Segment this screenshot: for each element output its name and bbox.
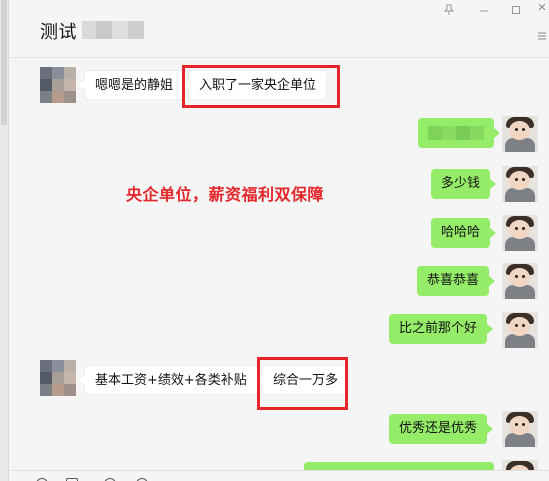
contact-avatar[interactable] <box>40 360 76 396</box>
message-nickname-bubble: 嗯嗯是的静姐 <box>78 70 185 100</box>
maximize-icon[interactable] <box>509 4 523 18</box>
message-bubble[interactable]: 哈哈哈 <box>431 218 497 248</box>
left-scroll-thumb[interactable] <box>1 0 7 125</box>
highlight-box <box>257 357 348 410</box>
my-avatar[interactable] <box>502 166 538 202</box>
my-avatar[interactable] <box>502 215 538 251</box>
message-bubble[interactable]: 多少钱 <box>431 169 497 199</box>
minimize-icon[interactable] <box>477 4 491 18</box>
contact-avatar[interactable] <box>40 67 76 103</box>
side-close-icon[interactable] <box>537 2 547 14</box>
input-toolbar <box>10 470 549 481</box>
side-expand-icon[interactable] <box>537 31 547 43</box>
message-bubble[interactable]: 比之前那个好 <box>389 314 494 344</box>
message-bubble[interactable]: 恭喜恭喜 <box>417 266 496 296</box>
my-avatar[interactable] <box>502 312 538 348</box>
blurred-message-bubble[interactable] <box>418 118 500 148</box>
my-avatar[interactable] <box>502 263 538 299</box>
message-nickname-bubble: 基本工资+绩效+各类补贴 <box>79 365 258 395</box>
pin-icon[interactable] <box>442 4 456 18</box>
message-bubble[interactable]: 优秀还是优秀 <box>389 414 494 444</box>
my-avatar[interactable] <box>502 116 538 152</box>
my-avatar[interactable] <box>502 411 538 447</box>
chat-header: 测试 <box>10 0 549 58</box>
highlight-box <box>182 65 340 108</box>
left-scroll-strip[interactable] <box>0 0 9 481</box>
chat-title: 测试 <box>40 22 77 43</box>
blurred-title-suffix <box>82 21 144 39</box>
annotation-text: 央企单位，薪资福利双保障 <box>126 185 325 204</box>
